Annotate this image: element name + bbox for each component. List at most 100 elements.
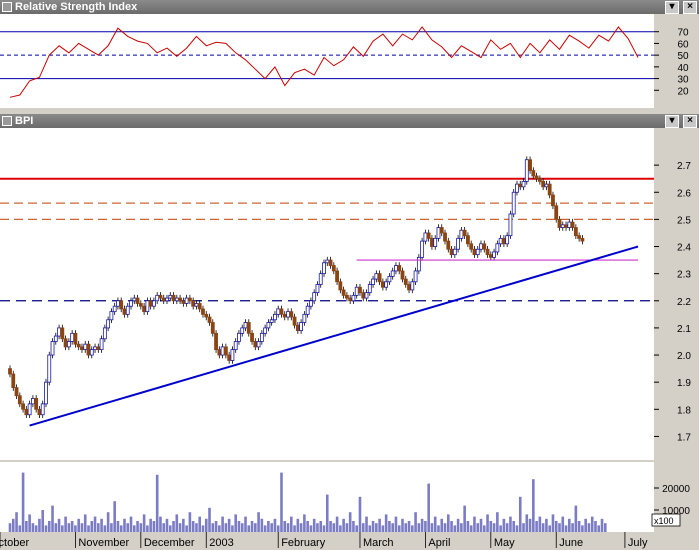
candle	[102, 327, 107, 340]
close-icon[interactable]: ×	[683, 115, 697, 128]
candle	[207, 316, 212, 323]
volume-bar	[345, 523, 349, 532]
price-tick-label: 2.0	[677, 351, 691, 362]
volume-bar	[574, 505, 578, 532]
minimize-icon[interactable]: ▾	[665, 1, 679, 14]
volume-bar	[175, 514, 179, 532]
volume-bar	[512, 521, 516, 532]
volume-bar	[525, 514, 529, 532]
volume-bar	[453, 525, 457, 532]
volume-bar	[450, 521, 453, 532]
volume-bar	[568, 518, 571, 532]
panel-menu-icon[interactable]	[2, 116, 12, 126]
volume-bar	[361, 523, 365, 532]
volume-bar	[466, 521, 470, 532]
candle	[191, 300, 196, 307]
candle	[410, 281, 415, 291]
volume-bar	[280, 472, 283, 532]
candle	[495, 243, 500, 253]
volume-bar	[159, 516, 162, 532]
candle	[462, 229, 467, 237]
candle	[11, 373, 16, 389]
volume-bar	[358, 496, 362, 532]
volume-bar	[61, 525, 64, 532]
price-panel-titlebar[interactable]: BPI ▾ ×	[0, 114, 699, 128]
volume-bar	[463, 505, 466, 532]
candle	[17, 395, 22, 405]
volume-bar	[188, 512, 192, 532]
candle	[387, 275, 392, 283]
volume-bar	[21, 472, 25, 532]
candle	[351, 294, 356, 302]
candle	[305, 305, 310, 315]
candle	[109, 311, 114, 321]
rsi-tick-label: 30	[677, 75, 689, 86]
volume-bar	[404, 523, 408, 532]
candle	[21, 403, 25, 410]
candle	[122, 308, 127, 315]
candle	[335, 270, 339, 283]
candle	[152, 300, 156, 307]
volume-bar	[201, 525, 205, 532]
candle	[96, 346, 101, 351]
volume-bar	[149, 518, 152, 532]
volume-bar	[600, 518, 604, 532]
volume-bar	[417, 523, 421, 532]
volume-bar	[47, 521, 51, 532]
rsi-panel-titlebar[interactable]: Relative Strength Index ▾ ×	[0, 0, 699, 14]
volume-bar	[339, 525, 342, 532]
volume-bar	[51, 505, 54, 532]
candle	[246, 322, 251, 334]
candle	[155, 294, 160, 302]
candle	[148, 300, 153, 307]
volume-bar	[244, 516, 247, 532]
candle	[472, 248, 477, 256]
candle	[243, 322, 248, 329]
candle	[459, 229, 464, 239]
candle	[436, 227, 441, 239]
rsi-tick-label: 20	[677, 86, 689, 97]
volume-bar	[378, 518, 381, 532]
x-axis-label: 2003	[209, 537, 233, 549]
candle	[312, 292, 317, 302]
candle	[210, 322, 215, 334]
volume-bar	[456, 518, 460, 532]
minimize-icon[interactable]: ▾	[665, 115, 679, 128]
rsi-tick-label: 40	[677, 63, 689, 74]
candle	[34, 398, 39, 410]
candle	[253, 341, 258, 348]
close-icon[interactable]: ×	[683, 1, 697, 14]
volume-bar	[492, 523, 496, 532]
volume-bar	[554, 521, 558, 532]
rsi-plot-area	[0, 14, 654, 108]
candle	[302, 313, 307, 323]
volume-bar	[329, 521, 332, 532]
volume-bar	[113, 501, 116, 532]
candle	[73, 332, 78, 345]
volume-bar	[283, 521, 287, 532]
volume-bar	[273, 518, 277, 532]
candle	[518, 183, 523, 188]
candle	[201, 308, 205, 315]
panel-menu-icon[interactable]	[2, 2, 12, 12]
volume-bar	[87, 525, 90, 532]
volume-bar	[541, 523, 545, 532]
volume-bar	[8, 523, 12, 532]
candle	[469, 243, 474, 250]
volume-bar	[518, 496, 522, 532]
volume-bar	[25, 521, 28, 532]
candle	[430, 237, 434, 247]
candle	[171, 294, 176, 302]
candle	[57, 327, 61, 337]
volume-bar	[489, 521, 493, 532]
candle	[181, 300, 186, 304]
candle	[544, 183, 549, 188]
candle	[328, 259, 333, 266]
candle	[273, 313, 277, 321]
candle	[358, 286, 362, 294]
volume-bar	[191, 521, 195, 532]
volume-bar	[584, 518, 587, 532]
price-tick-label: 2.7	[677, 161, 691, 172]
volume-bar	[322, 525, 326, 532]
candle	[564, 224, 568, 228]
